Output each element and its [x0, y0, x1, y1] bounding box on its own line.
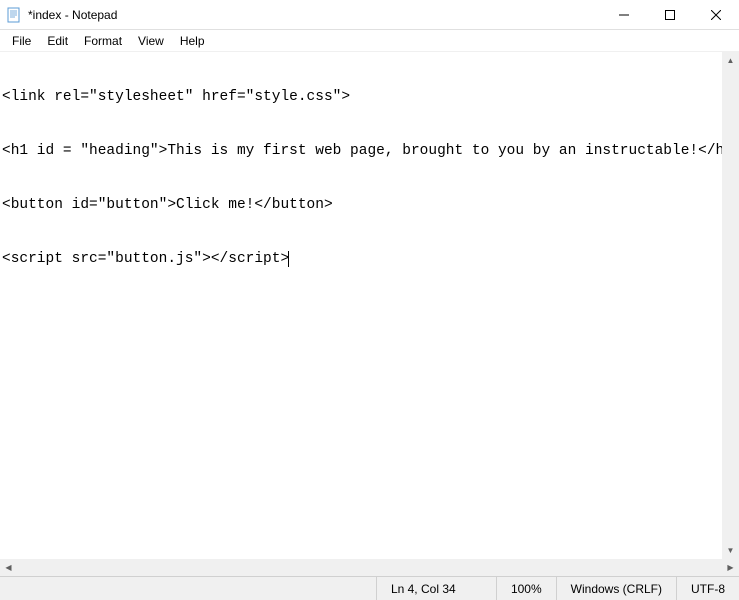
text-editor[interactable]: <link rel="stylesheet" href="style.css">… — [0, 52, 722, 559]
editor-line: <script src="button.js"></script> — [2, 250, 720, 268]
menu-help[interactable]: Help — [172, 32, 213, 50]
scroll-down-icon[interactable]: ▼ — [722, 542, 739, 559]
editor-line: <button id="button">Click me!</button> — [2, 196, 720, 214]
horizontal-scrollbar[interactable]: ◀ ▶ — [0, 559, 739, 576]
window-controls — [601, 0, 739, 29]
maximize-button[interactable] — [647, 0, 693, 29]
menu-view[interactable]: View — [130, 32, 172, 50]
menubar: File Edit Format View Help — [0, 30, 739, 52]
editor-container: <link rel="stylesheet" href="style.css">… — [0, 52, 739, 559]
close-button[interactable] — [693, 0, 739, 29]
editor-line: <h1 id = "heading">This is my first web … — [2, 142, 720, 160]
menu-file[interactable]: File — [4, 32, 39, 50]
status-line-ending: Windows (CRLF) — [556, 577, 676, 600]
window-title: *index - Notepad — [28, 8, 601, 22]
text-caret — [288, 251, 289, 267]
status-encoding: UTF-8 — [676, 577, 739, 600]
menu-format[interactable]: Format — [76, 32, 130, 50]
notepad-icon — [6, 7, 22, 23]
scroll-up-icon[interactable]: ▲ — [722, 52, 739, 69]
status-zoom: 100% — [496, 577, 556, 600]
statusbar: Ln 4, Col 34 100% Windows (CRLF) UTF-8 — [0, 576, 739, 600]
status-position: Ln 4, Col 34 — [376, 577, 496, 600]
titlebar: *index - Notepad — [0, 0, 739, 30]
vertical-scrollbar[interactable]: ▲ ▼ — [722, 52, 739, 559]
editor-line: <link rel="stylesheet" href="style.css"> — [2, 88, 720, 106]
scroll-left-icon[interactable]: ◀ — [0, 559, 17, 576]
menu-edit[interactable]: Edit — [39, 32, 76, 50]
minimize-button[interactable] — [601, 0, 647, 29]
scroll-right-icon[interactable]: ▶ — [722, 559, 739, 576]
